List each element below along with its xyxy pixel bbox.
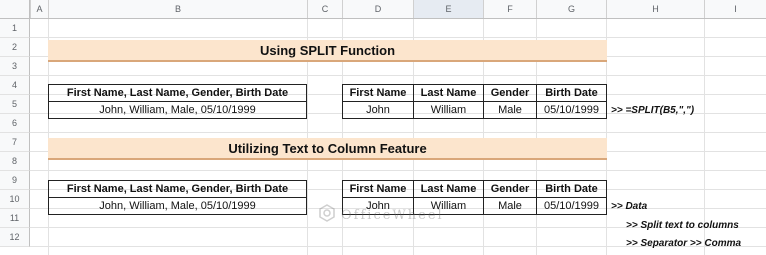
source-header-cell[interactable]: First Name, Last Name, Gender, Birth Dat…	[48, 84, 307, 102]
row-header-7[interactable]: 7	[0, 133, 30, 152]
column-header-b[interactable]: B	[48, 0, 307, 18]
row-header-1[interactable]: 1	[0, 19, 30, 38]
header-gender[interactable]: Gender	[483, 180, 537, 198]
source-value-cell[interactable]: John, William, Male, 05/10/1999	[48, 101, 307, 119]
section-title-text-to-columns: Utilizing Text to Column Feature	[48, 138, 607, 160]
value-last-name[interactable]: William	[413, 101, 484, 119]
header-last-name[interactable]: Last Name	[413, 84, 484, 102]
step-note-data: >> Data	[611, 201, 648, 212]
row-header-12[interactable]: 12	[0, 228, 30, 247]
source-table-2: First Name, Last Name, Gender, Birth Dat…	[48, 180, 307, 215]
header-gender[interactable]: Gender	[483, 84, 537, 102]
row-header-3[interactable]: 3	[0, 57, 30, 76]
column-header-e[interactable]: E	[413, 0, 483, 18]
row-header-10[interactable]: 10	[0, 190, 30, 209]
row-header-8[interactable]: 8	[0, 152, 30, 171]
header-first-name[interactable]: First Name	[342, 180, 414, 198]
column-header-c[interactable]: C	[307, 0, 342, 18]
formula-note: >> =SPLIT(B5,",")	[611, 105, 695, 116]
row-header-11[interactable]: 11	[0, 209, 30, 228]
source-value-cell[interactable]: John, William, Male, 05/10/1999	[48, 197, 307, 215]
column-header-g[interactable]: G	[536, 0, 606, 18]
value-first-name[interactable]: John	[342, 101, 414, 119]
watermark-text: OfficeWheel	[341, 208, 444, 223]
source-table-1: First Name, Last Name, Gender, Birth Dat…	[48, 84, 307, 119]
column-header-a[interactable]: A	[30, 0, 48, 18]
header-first-name[interactable]: First Name	[342, 84, 414, 102]
row-header-5[interactable]: 5	[0, 95, 30, 114]
header-birth-date[interactable]: Birth Date	[536, 84, 607, 102]
split-result-table-1: First Name Last Name Gender Birth Date J…	[342, 84, 607, 119]
step-note-separator: >> Separator >> Comma	[626, 238, 742, 249]
select-all-corner[interactable]	[0, 0, 30, 18]
value-birth-date[interactable]: 05/10/1999	[536, 197, 607, 215]
source-header-cell[interactable]: First Name, Last Name, Gender, Birth Dat…	[48, 180, 307, 198]
row-header-4[interactable]: 4	[0, 76, 30, 95]
value-birth-date[interactable]: 05/10/1999	[536, 101, 607, 119]
watermark: OfficeWheel	[318, 204, 444, 227]
header-birth-date[interactable]: Birth Date	[536, 180, 607, 198]
column-header-f[interactable]: F	[483, 0, 536, 18]
row-header-2[interactable]: 2	[0, 38, 30, 57]
section-title-split: Using SPLIT Function	[48, 40, 607, 62]
column-header-i[interactable]: I	[704, 0, 766, 18]
row-header-9[interactable]: 9	[0, 171, 30, 190]
row-header-6[interactable]: 6	[0, 114, 30, 133]
step-note-split-text: >> Split text to columns	[626, 220, 739, 231]
column-header-bar: A B C D E F G H I	[0, 0, 766, 19]
column-header-d[interactable]: D	[342, 0, 413, 18]
value-gender[interactable]: Male	[483, 197, 537, 215]
value-gender[interactable]: Male	[483, 101, 537, 119]
column-header-h[interactable]: H	[606, 0, 704, 18]
header-last-name[interactable]: Last Name	[413, 180, 484, 198]
officewheel-logo-icon	[318, 204, 336, 227]
